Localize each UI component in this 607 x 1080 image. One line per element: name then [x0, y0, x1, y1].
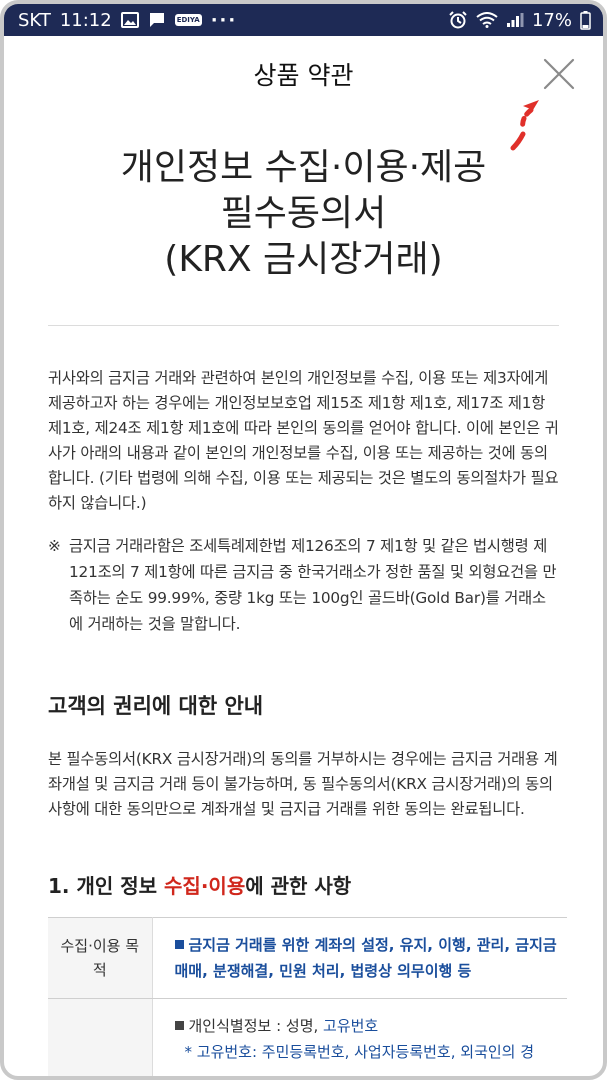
battery-icon	[580, 10, 591, 30]
more-notifications-icon: ···	[210, 9, 238, 31]
document-title: 개인정보 수집·이용·제공 필수동의서 (KRX 금시장거래)	[48, 145, 559, 283]
signal-icon	[506, 12, 524, 28]
section-1-heading-highlight: 수집·이용	[164, 874, 246, 898]
battery-percent: 17%	[531, 9, 572, 31]
divider	[48, 325, 559, 326]
page-title: 상품 약관	[253, 61, 354, 90]
message-icon	[148, 12, 166, 28]
ediya-icon: EDIYA	[174, 14, 202, 26]
phone-frame: SKT 11:12 EDIYA ··· 17% 상품 약관 개인정보 수집·이용…	[0, 0, 607, 1080]
carrier-label: SKT	[18, 9, 51, 31]
section-1-heading-suffix: 에 관한 사항	[245, 874, 352, 898]
document-title-line: 필수동의서	[220, 193, 387, 234]
table-value: 금지금 거래를 위한 계좌의 설정, 유지, 이행, 관리, 금지금 매매, 분…	[152, 917, 567, 999]
intro-paragraph: 귀사와의 금지금 거래와 관련하여 본인의 개인정보를 수집, 이용 또는 제3…	[48, 369, 559, 512]
note: ※ 금지금 거래라함은 조세특례제한법 제126조의 7 제1항 및 같은 법시…	[48, 533, 559, 637]
section-1-heading: 1. 개인 정보 수집·이용에 관한 사항	[48, 870, 559, 899]
table-value: 개인식별정보 : 성명, 고유번호 * 고유번호: 주민등록번호, 사업자등록번…	[152, 998, 567, 1076]
items-text: 개인식별정보 : 성명,	[188, 1017, 324, 1035]
items-highlight: 고유번호	[323, 1017, 379, 1035]
document-title-line: (KRX 금시장거래)	[164, 239, 443, 280]
collection-table: 수집·이용 목적 금지금 거래를 위한 계좌의 설정, 유지, 이행, 관리, …	[48, 917, 567, 1076]
close-button[interactable]	[541, 56, 577, 92]
document-title-line: 개인정보 수집·이용·제공	[120, 147, 487, 188]
section-1-heading-prefix: 1. 개인 정보	[48, 874, 165, 898]
rights-heading: 고객의 권리에 대한 안내	[48, 694, 264, 718]
table-label: 수집·이용 목적	[48, 917, 153, 999]
table-row: 개인식별정보 : 성명, 고유번호 * 고유번호: 주민등록번호, 사업자등록번…	[48, 998, 567, 1076]
hint-arrow-icon	[510, 100, 539, 151]
alarm-icon	[448, 11, 468, 29]
bullet-icon	[174, 940, 184, 949]
wifi-icon	[476, 12, 498, 28]
items-note: * 고유번호: 주민등록번호, 사업자등록번호, 외국인의 경	[184, 1043, 535, 1061]
status-bar: SKT 11:12 EDIYA ··· 17%	[4, 4, 603, 36]
terms-content: 개인정보 수집·이용·제공 필수동의서 (KRX 금시장거래) 귀사와의 금지금…	[4, 145, 603, 1076]
close-icon	[543, 58, 575, 90]
note-text: 금지금 거래라함은 조세특례제한법 제126조의 7 제1항 및 같은 법시행령…	[69, 537, 557, 633]
note-mark: ※	[48, 537, 61, 555]
image-icon	[120, 12, 139, 28]
purpose-text: 금지금 거래를 위한 계좌의 설정, 유지, 이행, 관리, 금지금 매매, 분…	[174, 936, 557, 980]
clock: 11:12	[59, 9, 112, 31]
rights-paragraph: 본 필수동의서(KRX 금시장거래)의 동의를 거부하시는 경우에는 금지금 거…	[48, 750, 558, 818]
table-label	[48, 998, 153, 1076]
table-row: 수집·이용 목적 금지금 거래를 위한 계좌의 설정, 유지, 이행, 관리, …	[48, 917, 567, 999]
bullet-icon	[174, 1021, 184, 1030]
